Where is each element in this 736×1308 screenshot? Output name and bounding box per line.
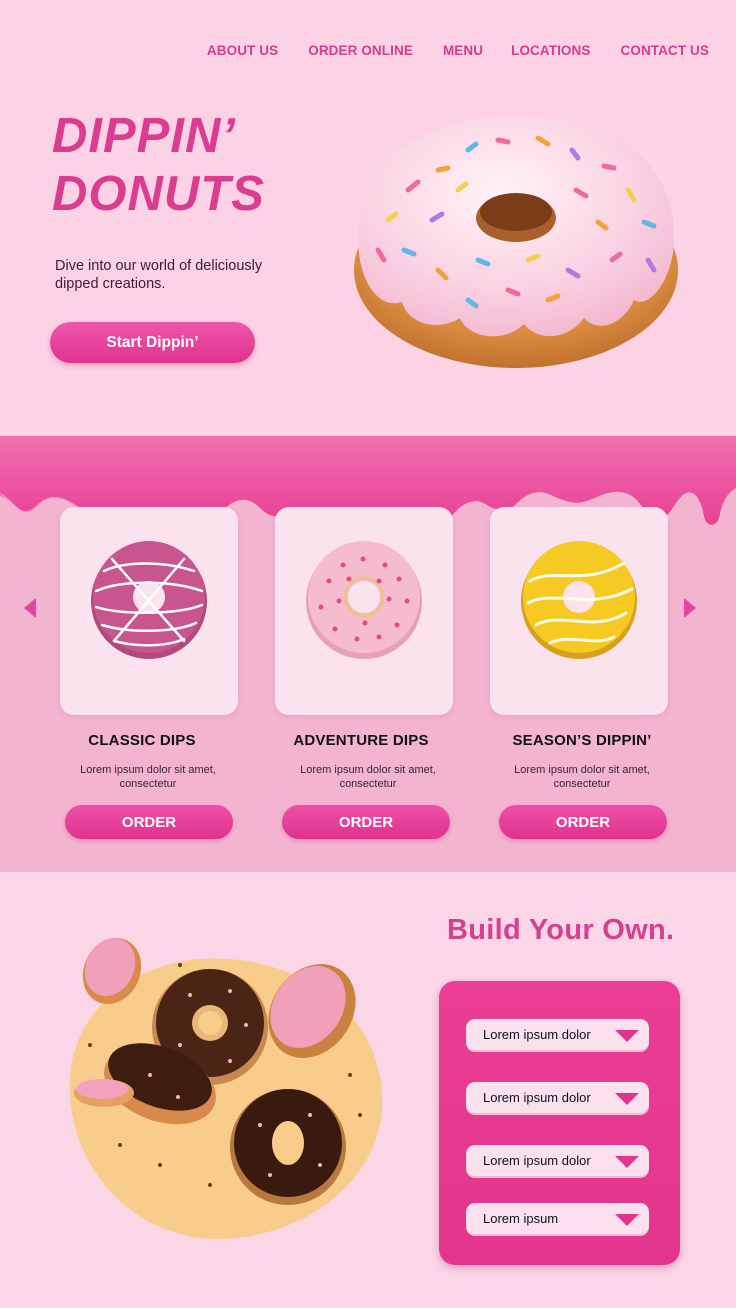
dropdown-arrow-icon xyxy=(615,1156,639,1168)
brand-title: DIPPIN’ DONUTS xyxy=(52,108,265,224)
dropdown-arrow-icon xyxy=(615,1214,639,1226)
dropdown-arrow-icon xyxy=(615,1030,639,1042)
nav-about-us[interactable]: ABOUT US xyxy=(207,43,278,58)
nav-order-online[interactable]: ORDER ONLINE xyxy=(308,43,413,58)
build-your-own-title: Build Your Own. xyxy=(447,914,675,946)
hero-section: ABOUT US ORDER ONLINE MENU LOCATIONS CON… xyxy=(0,0,736,436)
build-option-label-3: Lorem ipsum dolor xyxy=(483,1153,591,1168)
classic-dips-description: Lorem ipsum dolor sit amet, consectetur xyxy=(80,764,216,790)
nav-contact-us[interactable]: CONTACT US xyxy=(621,43,710,58)
start-dippin-button[interactable]: Start Dippin’ xyxy=(50,322,255,363)
season-dippin-description: Lorem ipsum dolor sit amet, consectetur xyxy=(514,764,650,790)
order-classic-button[interactable]: ORDER xyxy=(65,805,233,839)
flying-donuts-image xyxy=(69,937,383,1240)
hero-tagline: Dive into our world of deliciously dippe… xyxy=(55,258,263,292)
brand-title-line2: DONUTS xyxy=(52,166,265,221)
hero-donut-image xyxy=(354,116,678,368)
product-card-classic[interactable] xyxy=(60,507,238,715)
adventure-dips-title: ADVENTURE DIPS xyxy=(293,732,429,749)
product-card-season[interactable] xyxy=(490,507,668,715)
main-nav: ABOUT US ORDER ONLINE MENU LOCATIONS CON… xyxy=(207,43,709,58)
build-option-label-1: Lorem ipsum dolor xyxy=(483,1027,591,1042)
build-option-select-1[interactable]: Lorem ipsum dolor xyxy=(466,1019,649,1052)
chevron-left-icon[interactable] xyxy=(24,598,36,618)
adventure-dips-description: Lorem ipsum dolor sit amet, consectetur xyxy=(300,764,436,790)
order-adventure-button[interactable]: ORDER xyxy=(282,805,450,839)
classic-donut-image xyxy=(91,541,207,659)
season-donut-image xyxy=(521,541,637,659)
chevron-right-icon[interactable] xyxy=(684,598,696,618)
product-card-adventure[interactable] xyxy=(275,507,453,715)
dropdown-arrow-icon xyxy=(615,1093,639,1105)
nav-menu[interactable]: MENU xyxy=(443,43,483,58)
build-option-select-4[interactable]: Lorem ipsum xyxy=(466,1203,649,1236)
adventure-donut-image xyxy=(306,541,422,659)
order-season-button[interactable]: ORDER xyxy=(499,805,667,839)
build-option-select-3[interactable]: Lorem ipsum dolor xyxy=(466,1145,649,1178)
classic-dips-title: CLASSIC DIPS xyxy=(88,732,196,749)
brand-title-line1: DIPPIN’ xyxy=(52,109,236,163)
nav-locations[interactable]: LOCATIONS xyxy=(511,43,590,58)
build-option-label-2: Lorem ipsum dolor xyxy=(483,1090,591,1105)
build-option-select-2[interactable]: Lorem ipsum dolor xyxy=(466,1082,649,1115)
season-dippin-title: SEASON’S DIPPIN’ xyxy=(512,732,652,749)
build-option-label-4: Lorem ipsum xyxy=(483,1211,559,1226)
